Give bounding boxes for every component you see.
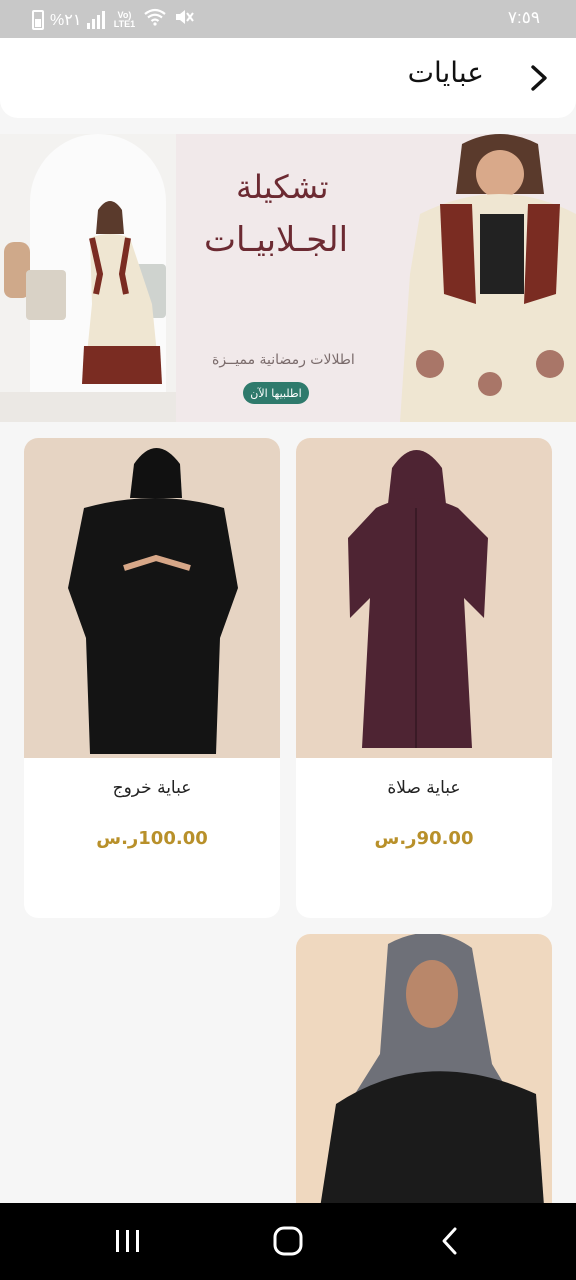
app-header: عبايات xyxy=(0,38,576,118)
chevron-right-icon xyxy=(531,65,547,91)
model-image-left xyxy=(26,201,166,384)
clock: ٧:٥٩ xyxy=(507,8,540,27)
product-name: عباية صلاة xyxy=(387,778,461,798)
page-title: عبايات xyxy=(407,56,484,89)
product-card-prayer-abaya[interactable]: عباية صلاة 90.00ر.س xyxy=(296,438,552,918)
banner-heading-line2: الجـلابيـات xyxy=(204,220,349,260)
product-card[interactable] xyxy=(296,934,552,1234)
system-nav-bar xyxy=(0,1203,576,1280)
model-image-right xyxy=(400,134,576,422)
signal-icon xyxy=(87,10,106,29)
abaya-black-image xyxy=(68,448,238,754)
product-price: 100.00ر.س xyxy=(96,828,208,849)
recents-icon xyxy=(116,1230,139,1252)
home-button[interactable] xyxy=(260,1221,316,1261)
product-image xyxy=(24,438,280,758)
abaya-purple-image xyxy=(348,450,488,748)
product-price: 90.00ر.س xyxy=(374,828,474,849)
network-label: Vo) LTE1 xyxy=(113,9,136,29)
nav-back-button[interactable] xyxy=(422,1221,478,1261)
product-image xyxy=(296,438,552,758)
banner-order-button[interactable]: اطلبيها الآن xyxy=(243,382,309,404)
wifi-icon xyxy=(143,8,167,31)
product-name: عباية خروج xyxy=(112,778,192,798)
back-icon xyxy=(442,1227,457,1255)
status-bar: %٢١ Vo) LTE1 ٧:٥٩ xyxy=(0,0,576,38)
battery-icon xyxy=(32,9,44,30)
back-button[interactable] xyxy=(522,60,556,96)
banner-heading-line1: تشكيلة xyxy=(236,168,329,206)
mute-icon xyxy=(173,7,195,32)
status-icons: %٢١ Vo) LTE1 xyxy=(32,7,195,32)
abaya-grey-hijab-image xyxy=(316,934,546,1234)
home-icon xyxy=(273,1226,303,1256)
battery-percent: %٢١ xyxy=(50,11,82,29)
banner-left-scene xyxy=(0,134,176,422)
promo-banner[interactable]: تشكيلة الجـلابيـات اطلالات رمضانية مميــ… xyxy=(0,134,576,422)
product-image xyxy=(296,934,552,1234)
recents-button[interactable] xyxy=(100,1221,156,1261)
banner-subtitle: اطلالات رمضانية مميــزة xyxy=(212,352,355,368)
product-card-outdoor-abaya[interactable]: عباية خروج 100.00ر.س xyxy=(24,438,280,918)
